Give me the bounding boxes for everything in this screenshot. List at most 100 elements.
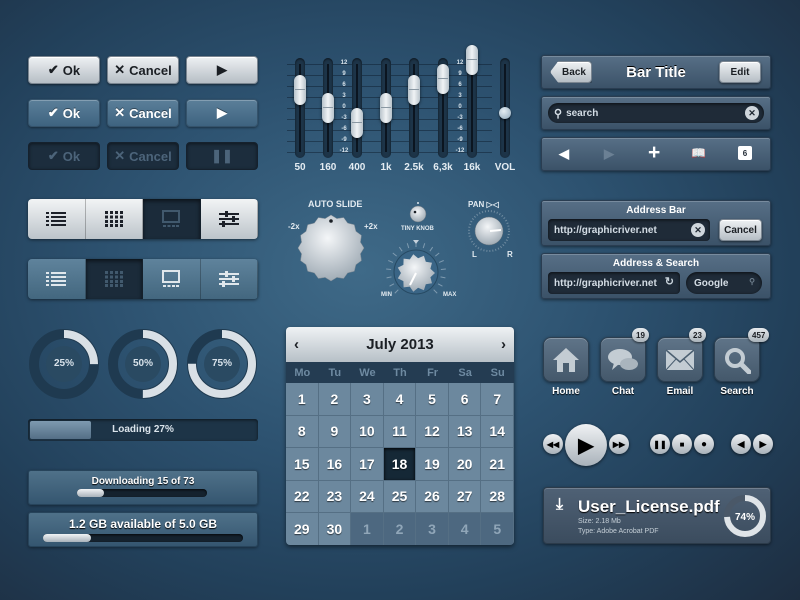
calendar-day[interactable]: 11 (383, 415, 417, 448)
eq-slider-thumb[interactable] (466, 45, 478, 76)
calendar-day[interactable]: 7 (481, 383, 514, 416)
eq-scale-label: -12 (455, 148, 465, 154)
app-search[interactable] (714, 337, 760, 382)
calendar-day[interactable]: 20 (448, 448, 482, 481)
back-arrow-icon[interactable]: ◀ (559, 146, 569, 162)
pan-knob[interactable] (466, 208, 512, 254)
eq-slider-thumb[interactable] (380, 93, 392, 123)
ok-button[interactable]: ✔ Ok (28, 56, 100, 84)
eq-slider-track[interactable] (409, 58, 419, 158)
segment-grid[interactable] (85, 199, 143, 239)
address-input[interactable]: http://graphicriver.net ✕ (548, 219, 710, 241)
calendar-day[interactable]: 23 (318, 480, 352, 513)
next-month-button[interactable]: › (501, 336, 506, 353)
eq-slider-thumb[interactable] (322, 93, 334, 123)
calendar-day[interactable]: 5 (416, 383, 449, 416)
calendar-day[interactable]: 2 (383, 513, 417, 545)
ok-button-alt[interactable]: ✔ Ok (28, 99, 100, 127)
previous-button[interactable]: ◀ (731, 434, 751, 454)
eq-slider-thumb[interactable] (294, 74, 306, 105)
auto-slide-max: +2x (364, 222, 378, 231)
eq-slider-thumb[interactable] (351, 107, 363, 138)
record-button[interactable]: ● (694, 434, 714, 454)
calendar-day[interactable]: 25 (383, 480, 417, 513)
calendar-day[interactable]: 28 (481, 480, 514, 513)
stop-button[interactable]: ■ (672, 434, 692, 454)
calendar-day[interactable]: 12 (416, 415, 449, 448)
calendar-day[interactable]: 24 (351, 480, 384, 513)
calendar-day[interactable]: 19 (416, 448, 449, 481)
calendar-day[interactable]: 3 (416, 513, 449, 545)
app-chat[interactable] (600, 337, 646, 382)
tiny-knob[interactable] (406, 201, 430, 225)
calendar-day[interactable]: 17 (351, 448, 384, 481)
calendar-day[interactable]: 27 (448, 480, 482, 513)
calendar-day[interactable]: 1 (286, 383, 319, 416)
calendar-day[interactable]: 26 (416, 480, 449, 513)
calendar-day[interactable]: 22 (286, 480, 319, 513)
calendar-day[interactable]: 15 (286, 448, 319, 481)
eq-slider-track[interactable] (295, 58, 305, 158)
calendar-day[interactable]: 18 (383, 448, 417, 481)
rewind-button[interactable]: ◀◀ (543, 434, 563, 454)
calendar-day[interactable]: 3 (351, 383, 384, 416)
ring-label: 50% (132, 358, 153, 369)
calendar-day[interactable]: 9 (318, 415, 352, 448)
calendar-day[interactable]: 6 (448, 383, 482, 416)
app-email[interactable] (657, 337, 703, 382)
segment-settings[interactable] (200, 199, 258, 239)
reload-icon[interactable]: ↻ (665, 275, 674, 288)
grid-icon (104, 271, 123, 287)
segment-list[interactable] (28, 259, 86, 299)
calendar-day[interactable]: 8 (286, 415, 319, 448)
add-icon[interactable]: + (648, 141, 660, 165)
segment-list[interactable] (28, 199, 86, 239)
calendar-day[interactable]: 5 (481, 513, 514, 545)
search-bar: ⚲ search ✕ (541, 96, 771, 130)
clear-icon[interactable]: ✕ (691, 223, 705, 237)
calendar-day[interactable]: 4 (448, 513, 482, 545)
play-button[interactable]: ▶ (186, 56, 258, 84)
address-input[interactable]: http://graphicriver.net ↻ (548, 272, 680, 294)
calendar-day[interactable]: 1 (351, 513, 384, 545)
calendar-day[interactable]: 4 (383, 383, 417, 416)
calendar-day[interactable]: 2 (318, 383, 352, 416)
calendar-month: July 2013 (366, 336, 434, 353)
play-button-round[interactable]: ▶ (565, 424, 607, 466)
weekday-label: Th (393, 366, 407, 379)
segment-slideshow[interactable] (143, 199, 201, 239)
app-home[interactable] (543, 337, 589, 382)
auto-slide-knob[interactable] (296, 212, 366, 282)
search-input[interactable]: ⚲ search ✕ (548, 103, 764, 123)
fast-forward-button[interactable]: ▶▶ (609, 434, 629, 454)
segment-grid[interactable] (85, 259, 143, 299)
volume-knob[interactable] (383, 240, 449, 302)
volume-knob-max: MAX (443, 292, 457, 298)
pause-button-round[interactable]: ❚❚ (650, 434, 670, 454)
tabs-icon[interactable]: 6 (738, 146, 752, 160)
eq-slider-thumb[interactable] (408, 74, 420, 105)
calendar-day[interactable]: 13 (448, 415, 482, 448)
play-button-alt[interactable]: ▶ (186, 99, 258, 127)
cancel-button[interactable]: ✕ Cancel (107, 56, 179, 84)
edit-button[interactable]: Edit (719, 61, 761, 83)
calendar-day[interactable]: 29 (286, 513, 319, 545)
calendar-day[interactable]: 30 (318, 513, 352, 545)
calendar-day[interactable]: 14 (481, 415, 514, 448)
bookmarks-icon[interactable]: 📖 (691, 146, 706, 160)
calendar-day[interactable]: 10 (351, 415, 384, 448)
prev-month-button[interactable]: ‹ (294, 336, 299, 353)
clear-icon[interactable]: ✕ (745, 106, 759, 120)
next-button[interactable]: ▶ (753, 434, 773, 454)
calendar-day[interactable]: 16 (318, 448, 352, 481)
segment-slideshow[interactable] (143, 259, 201, 299)
slideshow-icon (162, 270, 181, 287)
volume-slider-thumb[interactable] (499, 107, 511, 119)
eq-scale-label: 9 (342, 71, 346, 77)
segment-settings[interactable] (200, 259, 258, 299)
calendar-day[interactable]: 21 (481, 448, 514, 481)
cancel-button-alt[interactable]: ✕ Cancel (107, 99, 179, 127)
eq-slider-thumb[interactable] (437, 63, 449, 94)
address-cancel-button[interactable]: Cancel (719, 219, 762, 241)
google-search-input[interactable]: Google ⚲ (686, 272, 762, 294)
